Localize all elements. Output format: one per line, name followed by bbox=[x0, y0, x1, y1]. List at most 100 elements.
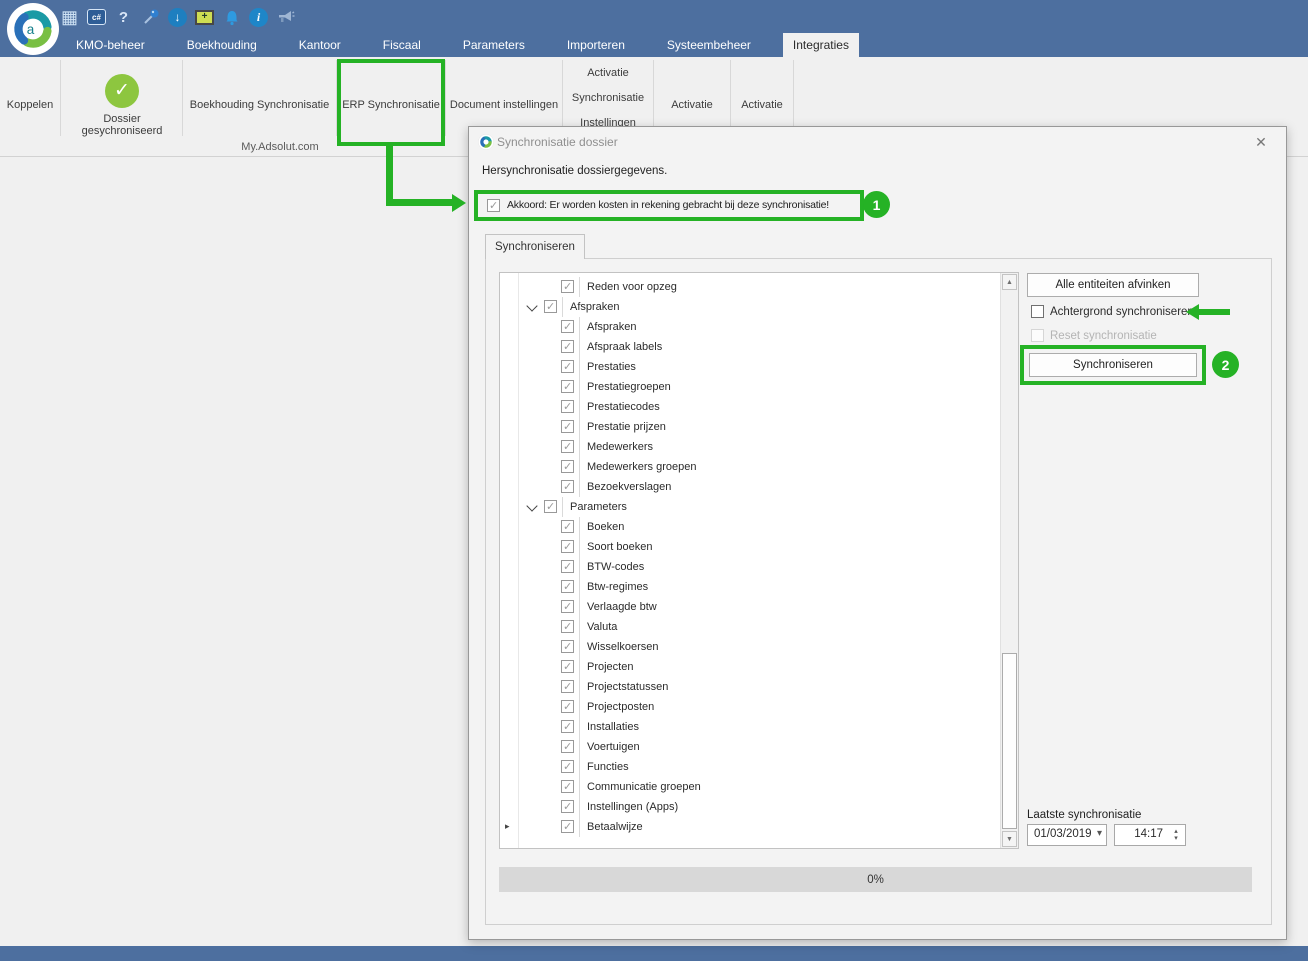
tree-row[interactable]: Btw-regimes bbox=[500, 577, 1001, 597]
row-checkbox[interactable] bbox=[561, 660, 574, 673]
row-checkbox[interactable] bbox=[561, 820, 574, 833]
tree-row[interactable]: Valuta bbox=[500, 617, 1001, 637]
row-checkbox[interactable] bbox=[561, 780, 574, 793]
tree-row[interactable]: Voertuigen bbox=[500, 737, 1001, 757]
menu-tab-kmo-beheer[interactable]: KMO-beheer bbox=[66, 33, 155, 57]
spin-up-icon[interactable]: ▴ bbox=[1174, 828, 1178, 835]
download-icon[interactable]: ↓ bbox=[168, 8, 187, 27]
ribbon-item-boekhouding-synchronisatie[interactable]: Boekhouding Synchronisatie bbox=[183, 57, 336, 153]
row-label: Soort boeken bbox=[579, 537, 652, 557]
row-checkbox[interactable] bbox=[561, 380, 574, 393]
row-checkbox[interactable] bbox=[561, 520, 574, 533]
scrollbar-thumb[interactable] bbox=[1002, 653, 1017, 829]
tree-row[interactable]: Projectposten bbox=[500, 697, 1001, 717]
row-checkbox[interactable] bbox=[561, 440, 574, 453]
row-checkbox[interactable] bbox=[561, 480, 574, 493]
row-checkbox[interactable] bbox=[561, 600, 574, 613]
row-checkbox[interactable] bbox=[544, 500, 557, 513]
ribbon-item-activatie-1[interactable]: Activatie bbox=[563, 67, 653, 79]
row-checkbox[interactable] bbox=[561, 540, 574, 553]
tab-synchroniseren[interactable]: Synchroniseren bbox=[485, 234, 585, 259]
entity-tree-list[interactable]: Reden voor opzegAfsprakenAfsprakenAfspra… bbox=[499, 272, 1019, 849]
tree-row[interactable]: Bezoekverslagen bbox=[500, 477, 1001, 497]
menu-tab-integraties[interactable]: Integraties bbox=[783, 33, 859, 57]
tree-row[interactable]: Projectstatussen bbox=[500, 677, 1001, 697]
presentation-icon[interactable]: + bbox=[195, 8, 214, 27]
tree-row[interactable]: Wisselkoersen bbox=[500, 637, 1001, 657]
tree-row[interactable]: Afspraken bbox=[500, 317, 1001, 337]
csharp-comment-icon[interactable]: c# bbox=[87, 8, 106, 27]
tree-row[interactable]: Prestatiegroepen bbox=[500, 377, 1001, 397]
tree-rows: Reden voor opzegAfsprakenAfsprakenAfspra… bbox=[500, 277, 1001, 837]
ribbon-item-koppelen[interactable]: Koppelen bbox=[0, 57, 60, 153]
tree-row[interactable]: BTW-codes bbox=[500, 557, 1001, 577]
date-value: 01/03/2019 bbox=[1034, 828, 1092, 840]
pin-icon[interactable] bbox=[141, 8, 160, 27]
row-checkbox[interactable] bbox=[561, 700, 574, 713]
menu-tab-fiscaal[interactable]: Fiscaal bbox=[373, 33, 431, 57]
row-checkbox[interactable] bbox=[561, 680, 574, 693]
row-checkbox[interactable] bbox=[561, 720, 574, 733]
tree-row[interactable]: Prestaties bbox=[500, 357, 1001, 377]
chevron-down-icon[interactable] bbox=[526, 300, 537, 311]
menu-tab-boekhouding[interactable]: Boekhouding bbox=[177, 33, 267, 57]
menu-tab-systeembeheer[interactable]: Systeembeheer bbox=[657, 33, 761, 57]
ribbon-item-dossier-gesynchroniseerd[interactable]: ✓ Dossier gesychroniseerd bbox=[62, 57, 182, 153]
scroll-up-button[interactable]: ▲ bbox=[1002, 274, 1017, 290]
tree-row[interactable]: Medewerkers groepen bbox=[500, 457, 1001, 477]
tree-row[interactable]: Afspraak labels bbox=[500, 337, 1001, 357]
row-checkbox[interactable] bbox=[561, 640, 574, 653]
tree-row[interactable]: Projecten bbox=[500, 657, 1001, 677]
row-checkbox[interactable] bbox=[544, 300, 557, 313]
row-checkbox[interactable] bbox=[561, 580, 574, 593]
background-sync-checkbox[interactable] bbox=[1031, 305, 1044, 318]
last-sync-date-field[interactable]: 01/03/2019 ▾ bbox=[1027, 824, 1107, 846]
row-checkbox[interactable] bbox=[561, 560, 574, 573]
date-dropdown-icon[interactable]: ▾ bbox=[1097, 828, 1102, 839]
tree-row[interactable]: Communicatie groepen bbox=[500, 777, 1001, 797]
help-icon[interactable]: ? bbox=[114, 8, 133, 27]
tree-row[interactable]: Functies bbox=[500, 757, 1001, 777]
row-checkbox[interactable] bbox=[561, 400, 574, 413]
tree-row[interactable]: Soort boeken bbox=[500, 537, 1001, 557]
announcements-icon[interactable] bbox=[276, 8, 295, 27]
tree-row[interactable]: Installaties bbox=[500, 717, 1001, 737]
tree-row[interactable]: Verlaagde btw bbox=[500, 597, 1001, 617]
row-checkbox[interactable] bbox=[561, 320, 574, 333]
tree-row[interactable]: Instellingen (Apps) bbox=[500, 797, 1001, 817]
row-checkbox[interactable] bbox=[561, 280, 574, 293]
last-sync-time-field[interactable]: 14:17 ▴ ▾ bbox=[1114, 824, 1186, 846]
row-checkbox[interactable] bbox=[561, 460, 574, 473]
chevron-down-icon[interactable] bbox=[526, 500, 537, 511]
scroll-down-button[interactable]: ▼ bbox=[1002, 831, 1017, 847]
tree-row[interactable]: Prestatiecodes bbox=[500, 397, 1001, 417]
row-checkbox[interactable] bbox=[561, 340, 574, 353]
menu-tab-kantoor[interactable]: Kantoor bbox=[289, 33, 351, 57]
row-checkbox[interactable] bbox=[561, 420, 574, 433]
close-icon[interactable]: ✕ bbox=[1252, 133, 1270, 151]
tree-row[interactable]: Medewerkers bbox=[500, 437, 1001, 457]
ribbon-item-synchronisatie[interactable]: Synchronisatie bbox=[563, 92, 653, 104]
tree-row[interactable]: Reden voor opzeg bbox=[500, 277, 1001, 297]
menu-tab-importeren[interactable]: Importeren bbox=[557, 33, 635, 57]
tree-row[interactable]: Parameters bbox=[500, 497, 1001, 517]
info-icon[interactable]: i bbox=[249, 8, 268, 27]
row-checkbox[interactable] bbox=[561, 360, 574, 373]
spin-down-icon[interactable]: ▾ bbox=[1174, 835, 1178, 842]
time-spinner[interactable]: ▴ ▾ bbox=[1169, 825, 1183, 845]
vertical-scrollbar[interactable]: ▲ ▼ bbox=[1000, 273, 1018, 848]
notifications-icon[interactable] bbox=[222, 8, 241, 27]
tree-row[interactable]: Boeken bbox=[500, 517, 1001, 537]
row-checkbox[interactable] bbox=[561, 740, 574, 753]
row-checkbox[interactable] bbox=[561, 800, 574, 813]
uncheck-all-button[interactable]: Alle entiteiten afvinken bbox=[1027, 273, 1199, 297]
adsolut-logo-icon[interactable]: a bbox=[7, 3, 59, 55]
menu-tab-parameters[interactable]: Parameters bbox=[453, 33, 535, 57]
tree-row[interactable]: ▸Betaalwijze bbox=[500, 817, 1001, 837]
row-checkbox[interactable] bbox=[561, 620, 574, 633]
tree-row[interactable]: Prestatie prijzen bbox=[500, 417, 1001, 437]
calculator-icon[interactable]: ▦ bbox=[60, 8, 79, 27]
agree-checkbox[interactable] bbox=[487, 199, 500, 212]
tree-row[interactable]: Afspraken bbox=[500, 297, 1001, 317]
row-checkbox[interactable] bbox=[561, 760, 574, 773]
